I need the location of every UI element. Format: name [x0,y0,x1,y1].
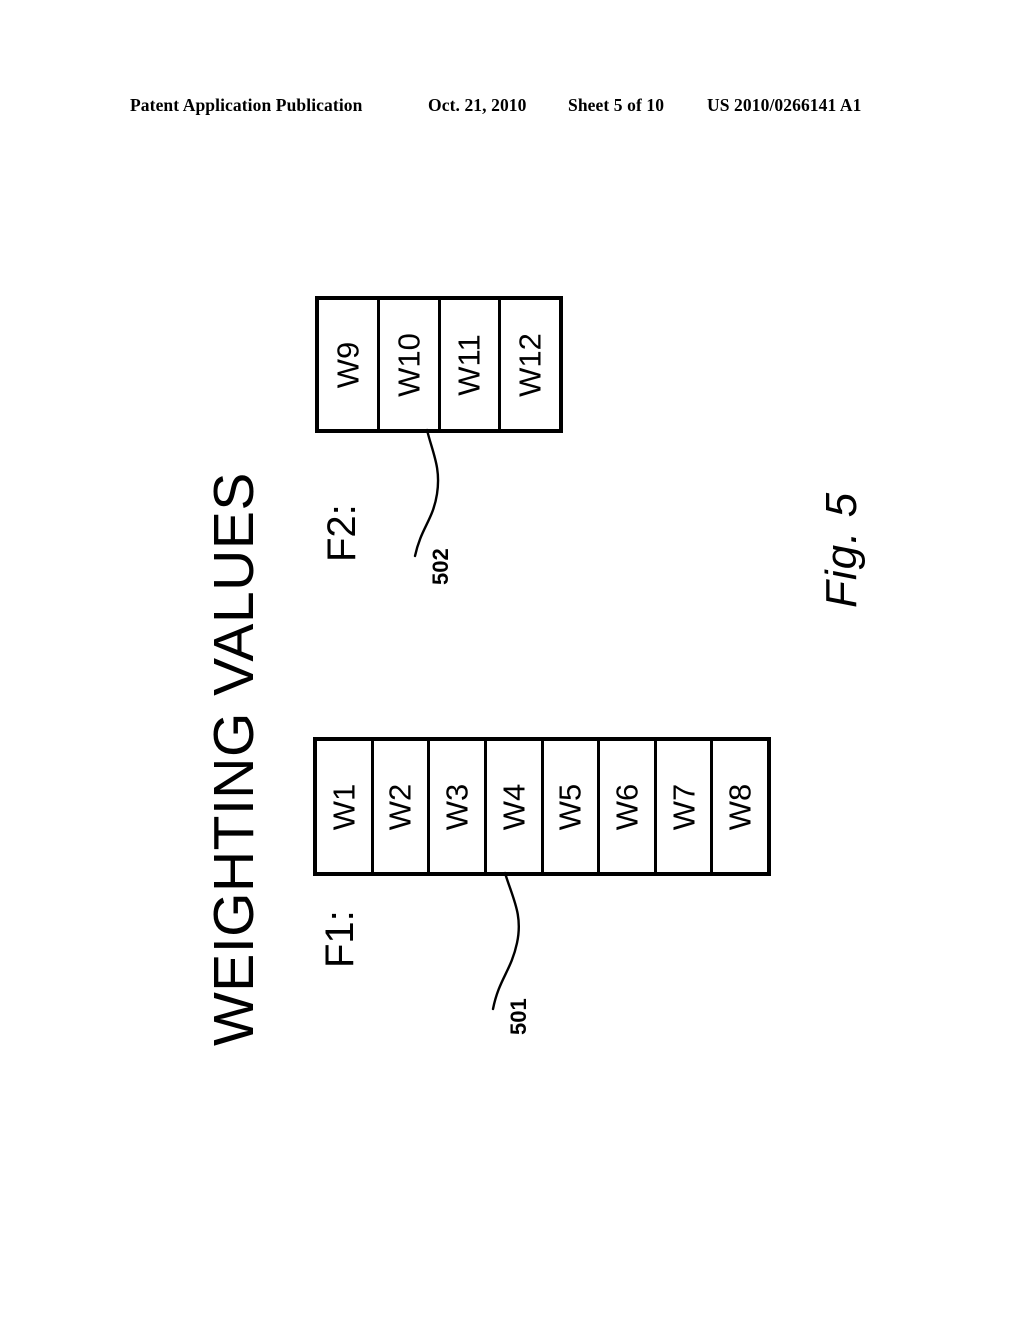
array-cell: W11 [440,300,502,429]
array-cell-label: W9 [330,341,366,388]
array-cell: W8 [713,741,767,872]
figure-title: WEIGHTING VALUES [202,472,266,1046]
reference-numeral-501: 501 [506,998,531,1035]
figure-number-label: Fig. 5 [817,491,866,608]
patent-drawing-sheet: Patent Application Publication Oct. 21, … [0,0,1024,1320]
array-cell: W2 [373,741,431,872]
array-f2-name-label: F2: [320,504,364,562]
header-date-label: Oct. 21, 2010 [428,95,527,115]
array-cell-label: W11 [451,333,487,396]
array-cell: W7 [656,741,714,872]
header-patent-number-label: US 2010/0266141 A1 [707,95,862,115]
array-f1: W1 W2 W3 W4 W5 W6 W7 W8 [313,737,771,876]
array-cell: W4 [486,741,544,872]
array-cell-label: W5 [552,783,588,830]
array-cell: W5 [543,741,601,872]
header-publication-label: Patent Application Publication [130,95,363,115]
array-cell-label: W1 [326,783,362,830]
array-cell-label: W6 [609,783,645,830]
array-f1-name-label: F1: [318,910,362,968]
array-cell-label: W3 [439,783,475,830]
array-cell: W6 [600,741,657,872]
array-cell-label: W8 [722,783,758,830]
array-f2: W9 W10 W11 W12 [315,296,563,433]
array-cell: W12 [501,300,559,429]
header-sheet-label: Sheet 5 of 10 [568,95,665,115]
patent-header: Patent Application Publication Oct. 21, … [0,88,1024,122]
array-cell: W3 [430,741,487,872]
array-cell-label: W4 [496,783,532,830]
array-cell: W10 [379,300,441,429]
array-cell-label: W7 [666,783,702,830]
array-cell-label: W2 [382,783,418,830]
array-cell: W9 [319,300,380,429]
array-cell: W1 [317,741,374,872]
array-cell-label: W12 [512,332,548,397]
array-cell-label: W10 [391,332,427,397]
reference-numeral-502: 502 [428,548,453,585]
